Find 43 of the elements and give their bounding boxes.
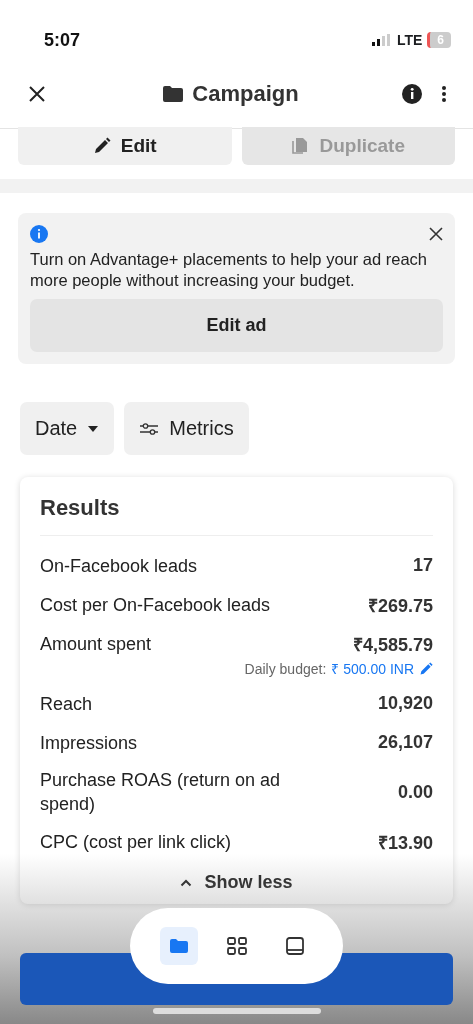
- info-icon[interactable]: [401, 83, 423, 105]
- metric-value: ₹13.90: [377, 831, 433, 854]
- info-icon: [30, 225, 48, 243]
- card-title: Results: [40, 495, 433, 536]
- folder-icon: [168, 938, 189, 954]
- tablet-icon: [285, 937, 304, 955]
- page-title: Campaign: [192, 81, 299, 107]
- network-label: LTE: [396, 32, 423, 48]
- status-time: 5:07: [44, 29, 81, 51]
- metric-value: 26,107: [377, 732, 433, 753]
- metric-label: Impressions: [40, 731, 138, 755]
- metric-value: 17: [412, 555, 433, 576]
- folder-icon: [162, 85, 185, 103]
- metric-value: 0.00: [397, 781, 433, 803]
- grid-icon: [226, 937, 247, 955]
- chevron-up-icon: [180, 878, 193, 887]
- close-icon[interactable]: [429, 227, 443, 241]
- budget-link[interactable]: ₹ 500.00 INR: [331, 659, 414, 678]
- pencil-icon[interactable]: [419, 661, 433, 676]
- metric-value: ₹4,585.79: [352, 633, 433, 656]
- metric-label: Purchase ROAS (return on ad spend): [40, 769, 282, 816]
- metrics-button[interactable]: Metrics: [124, 402, 249, 455]
- close-icon[interactable]: [28, 85, 46, 103]
- budget-label: Daily budget:: [244, 660, 327, 677]
- banner-text: Turn on Advantage+ placements to help your ad reach more people without increasing your budget.: [30, 249, 429, 291]
- edit-ad-button[interactable]: Edit ad: [30, 299, 443, 352]
- metric-label: Cost per On-Facebook leads: [40, 593, 271, 617]
- metric-value: 10,920: [377, 693, 433, 714]
- folder-tab[interactable]: [159, 927, 198, 965]
- copy-icon: [291, 137, 310, 155]
- show-less-button[interactable]: Show less: [174, 871, 299, 894]
- metric-value: ₹269.75: [367, 594, 433, 617]
- caret-icon: [87, 424, 100, 433]
- more-icon[interactable]: [441, 85, 447, 103]
- metric-label: CPC (cost per link click): [40, 830, 232, 854]
- metric-label: On-Facebook leads: [40, 554, 198, 578]
- date-dropdown[interactable]: Date: [20, 402, 115, 455]
- metric-label: Amount spent: [40, 632, 152, 656]
- metric-label: Reach: [40, 692, 93, 716]
- signal-icon: [371, 34, 392, 46]
- pencil-icon: [92, 137, 111, 155]
- sliders-icon: [139, 421, 160, 436]
- edit-button[interactable]: Edit: [18, 127, 232, 165]
